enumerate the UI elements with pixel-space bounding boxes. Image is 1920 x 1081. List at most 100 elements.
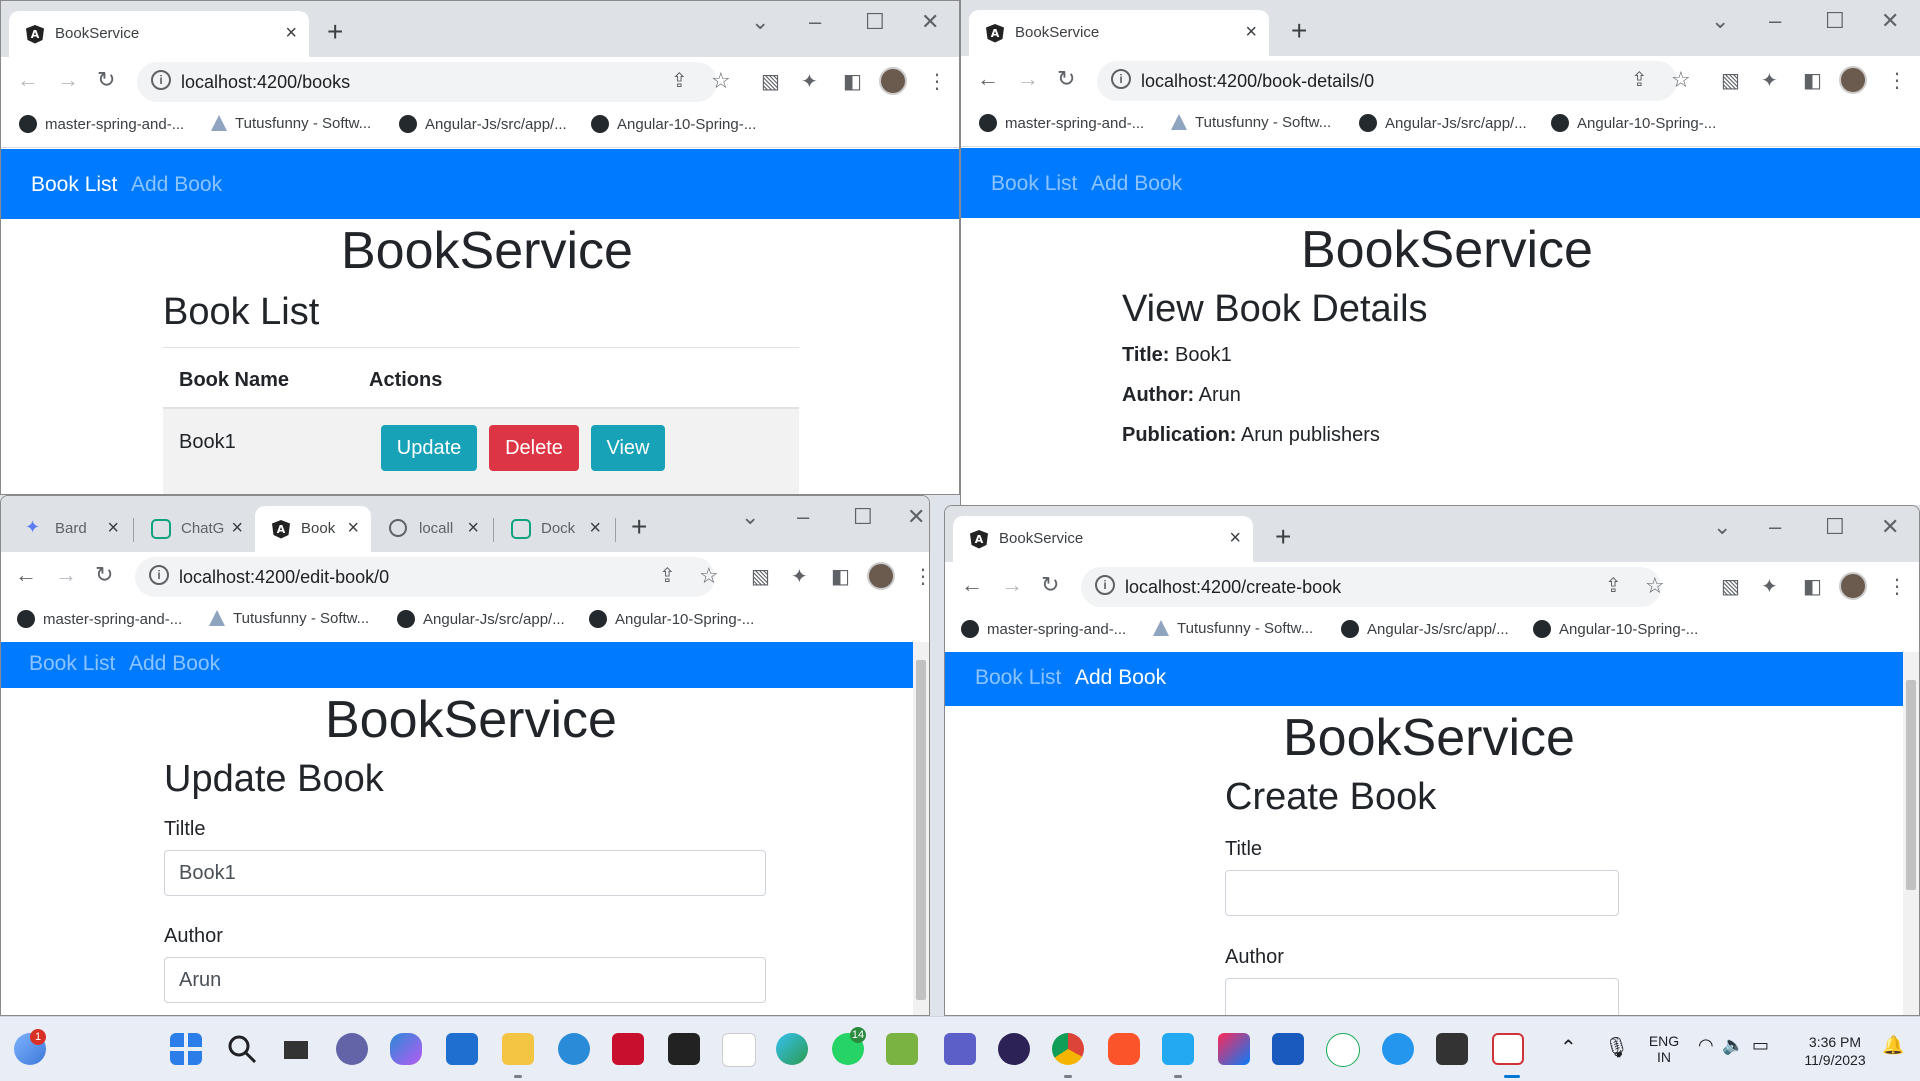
nav-add-book[interactable]: Add Book [131,173,222,197]
extension-icon[interactable]: ▧ [761,69,780,94]
tab-search-icon[interactable]: ⌄ [1713,514,1731,540]
nav-book-list[interactable]: Book List [975,666,1061,690]
menu-icon[interactable]: ⋮ [1887,574,1907,599]
close-window-icon[interactable]: ✕ [907,504,925,530]
author-input[interactable] [1225,978,1619,1015]
word-icon[interactable] [1272,1033,1304,1065]
back-icon[interactable]: ← [961,572,983,598]
battery-icon[interactable]: ▭ [1752,1035,1769,1056]
menu-icon[interactable]: ⋮ [913,564,929,589]
tab-localhost[interactable]: locall × [373,506,491,552]
bookmark-item[interactable]: Angular-10-Spring-... [1551,114,1716,132]
address-bar[interactable]: i localhost:4200/book-details/0 ⇪ ☆ [1097,61,1691,101]
menu-icon[interactable]: ⋮ [927,69,947,94]
close-tab-icon[interactable]: × [1245,21,1257,44]
wifi-icon[interactable]: ◠ [1698,1035,1714,1056]
volume-icon[interactable]: 🔈 [1722,1035,1744,1056]
tab-bard[interactable]: ✦ Bard × [9,506,131,552]
nav-book-list[interactable]: Book List [991,172,1077,196]
minimize-icon[interactable]: – [1769,8,1781,34]
scrollbar-thumb[interactable] [916,660,926,1000]
side-panel-icon[interactable]: ◧ [1803,574,1822,599]
share-icon[interactable]: ⇪ [659,563,676,588]
side-panel-icon[interactable]: ◧ [831,564,850,589]
file-explorer-icon[interactable] [502,1033,534,1065]
bookmark-star-icon[interactable]: ☆ [1671,67,1691,93]
extension-icon[interactable]: ▧ [1721,68,1740,93]
nav-add-book[interactable]: Add Book [129,652,220,676]
close-tab-icon[interactable]: × [107,517,119,540]
tab-docker[interactable]: Dock × [495,506,613,552]
bookmark-item[interactable]: Angular-Js/src/app/... [1341,620,1509,638]
reload-icon[interactable]: ↻ [95,562,113,588]
sticky-notes-icon[interactable] [668,1033,700,1065]
share-icon[interactable]: ⇪ [1631,67,1648,92]
bookmark-star-icon[interactable]: ☆ [711,68,731,94]
settings-app-icon[interactable] [558,1033,590,1065]
tray-overflow-icon[interactable]: ⌃ [1560,1035,1577,1060]
share-icon[interactable]: ⇪ [1605,573,1622,598]
reload-icon[interactable]: ↻ [97,67,115,93]
bookmark-item[interactable]: Tutusfunny - Softw... [209,610,369,627]
bookmark-item[interactable]: Angular-Js/src/app/... [399,115,567,133]
maximize-icon[interactable]: ☐ [1825,8,1845,34]
forward-icon[interactable]: → [1001,572,1023,598]
update-button[interactable]: Update [381,425,477,471]
docker-icon[interactable] [1382,1033,1414,1065]
forward-icon[interactable]: → [57,67,79,93]
forward-icon[interactable]: → [1017,66,1039,92]
share-icon[interactable]: ⇪ [671,68,688,93]
address-bar[interactable]: i localhost:4200/create-book ⇪ ☆ [1081,567,1665,607]
back-icon[interactable]: ← [17,67,39,93]
puzzle-icon[interactable]: ✦ [801,69,818,94]
close-tab-icon[interactable]: × [589,517,601,540]
maximize-icon[interactable]: ☐ [853,504,873,530]
close-tab-icon[interactable]: × [467,517,479,540]
microphone-icon[interactable]: 🎙 [1604,1035,1629,1060]
edge-icon[interactable] [776,1033,808,1065]
site-info-icon[interactable]: i [1095,575,1115,595]
tab-bookservice[interactable]: A BookService × [969,10,1269,56]
brave-icon[interactable] [1108,1033,1140,1065]
scrollbar-thumb[interactable] [1906,680,1916,890]
tab-book[interactable]: A Book × [255,506,371,552]
vertical-scrollbar[interactable] [1903,652,1919,1015]
close-tab-icon[interactable]: × [1229,527,1241,550]
menu-icon[interactable]: ⋮ [1887,68,1907,93]
mcafee-icon[interactable] [612,1033,644,1065]
maximize-icon[interactable]: ☐ [1825,514,1845,540]
extension-icon[interactable]: ▧ [1721,574,1740,599]
profile-avatar[interactable] [867,562,895,590]
title-input[interactable] [164,850,766,896]
puzzle-icon[interactable]: ✦ [791,564,808,589]
new-tab-button[interactable]: + [1275,521,1291,553]
bookmark-item[interactable]: master-spring-and-... [19,115,184,133]
title-input[interactable] [1225,870,1619,916]
new-tab-button[interactable]: + [1291,15,1307,47]
reload-icon[interactable]: ↻ [1041,572,1059,598]
bookmark-item[interactable]: Angular-10-Spring-... [591,115,756,133]
terminal-icon[interactable] [1436,1033,1468,1065]
close-window-icon[interactable]: ✕ [1881,8,1899,34]
new-tab-button[interactable]: + [327,16,343,48]
delete-button[interactable]: Delete [489,425,579,471]
site-info-icon[interactable]: i [149,565,169,585]
tab-chatgpt[interactable]: ChatG × [135,506,255,552]
vscode-icon[interactable] [1162,1033,1194,1065]
nav-add-book[interactable]: Add Book [1075,666,1166,690]
close-window-icon[interactable]: ✕ [921,9,939,35]
close-tab-icon[interactable]: × [231,517,243,540]
close-tab-icon[interactable]: × [285,22,297,45]
side-panel-icon[interactable]: ◧ [1803,68,1822,93]
site-info-icon[interactable]: i [1111,69,1131,89]
bookmark-item[interactable]: master-spring-and-... [979,114,1144,132]
snipping-tool-icon[interactable] [1492,1033,1524,1065]
minimize-icon[interactable]: – [809,9,821,35]
start-icon[interactable] [170,1033,202,1065]
search-icon[interactable] [226,1033,258,1065]
close-window-icon[interactable]: ✕ [1881,514,1899,540]
tab-search-icon[interactable]: ⌄ [1711,8,1729,34]
site-info-icon[interactable]: i [151,70,171,90]
tab-bookservice[interactable]: A BookService × [9,11,309,57]
minimize-icon[interactable]: – [797,504,809,530]
